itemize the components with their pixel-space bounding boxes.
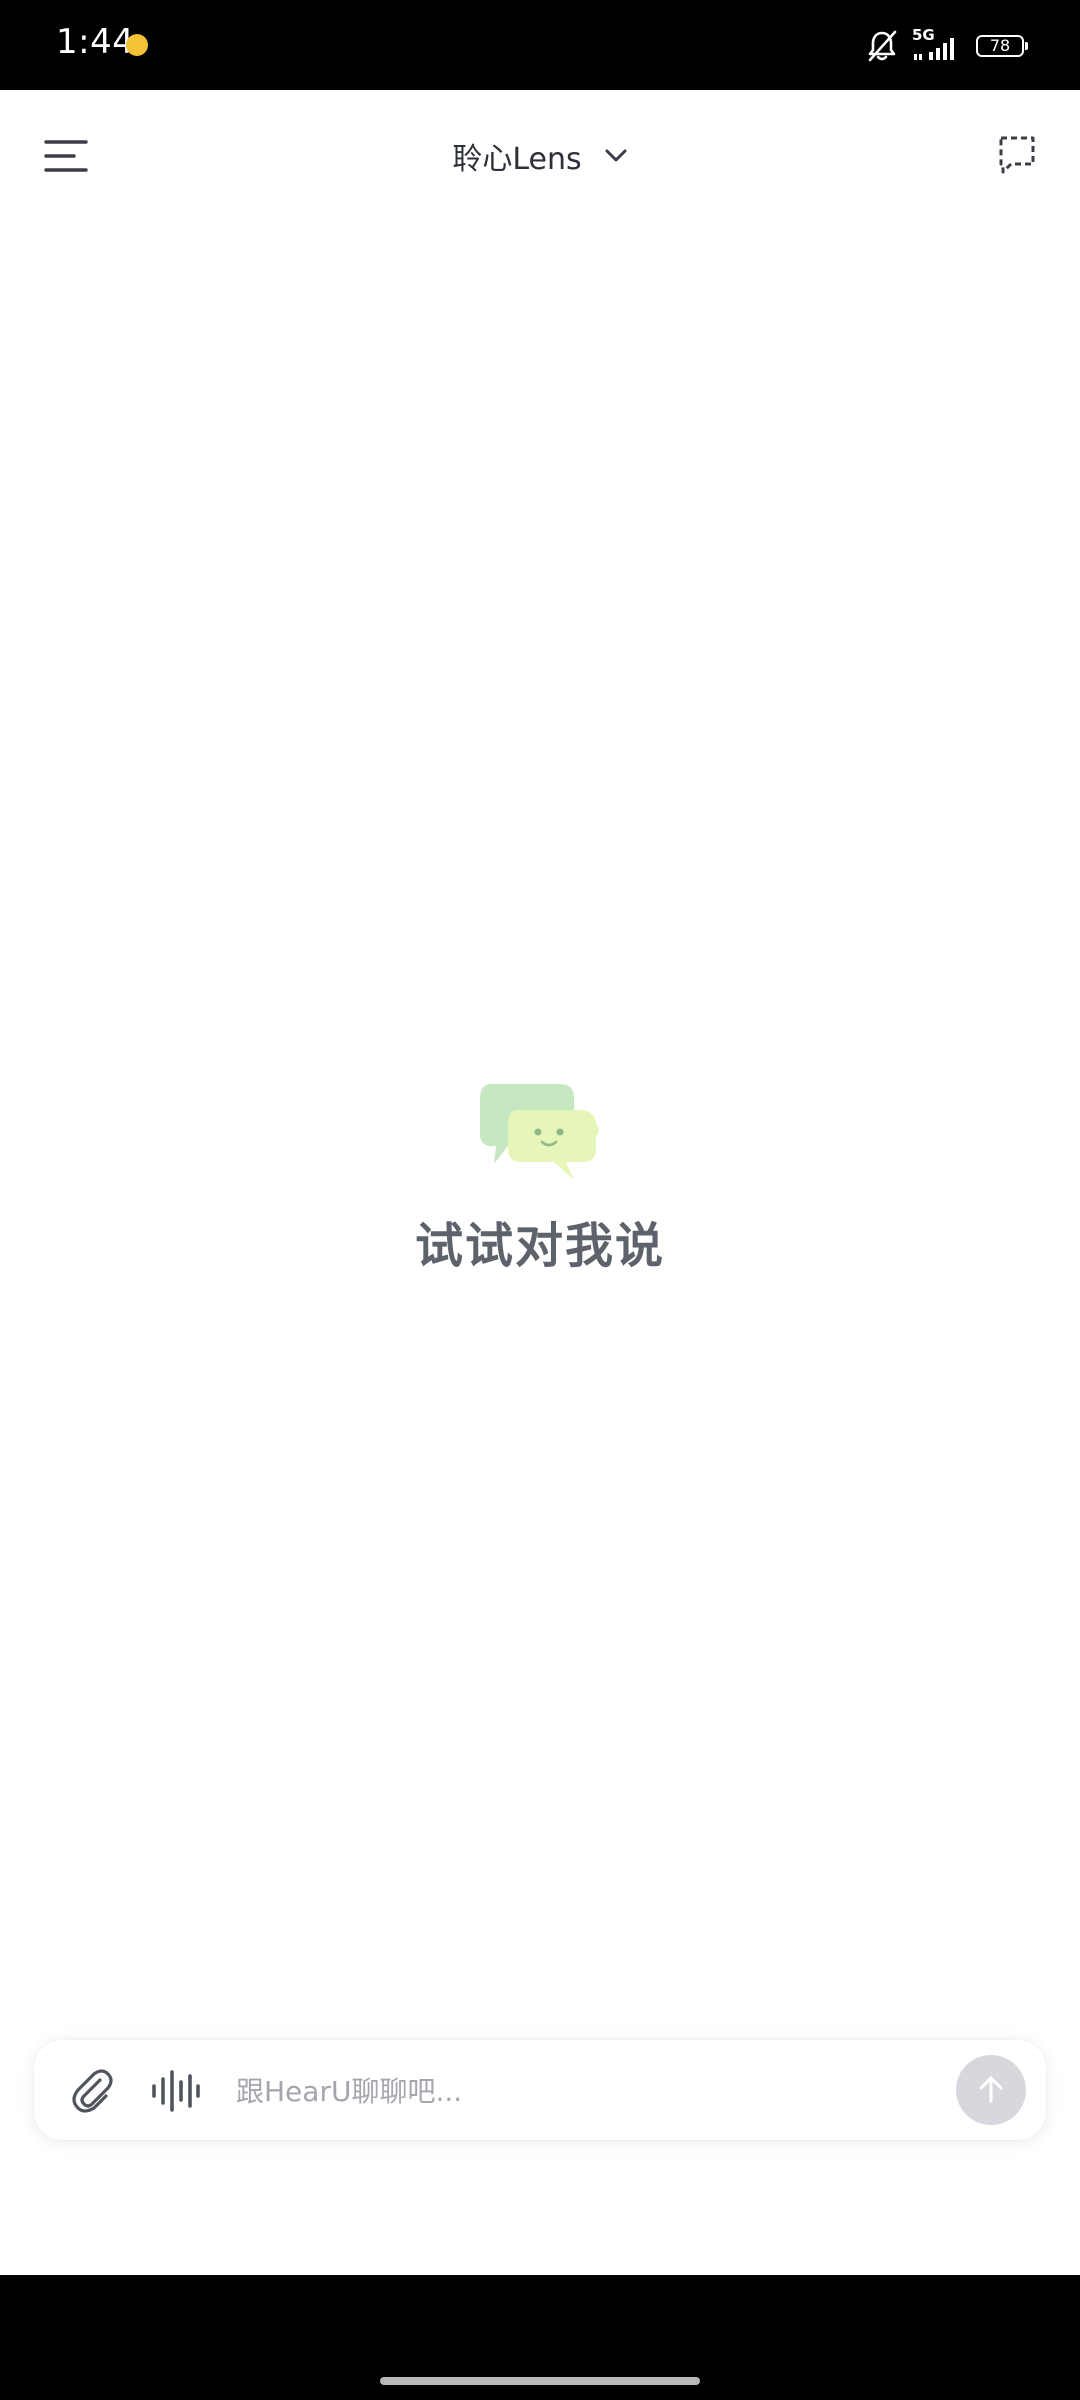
empty-state: 试试对我说 [0, 1080, 1080, 1276]
home-indicator[interactable] [380, 2377, 700, 2385]
battery-icon: 78 [976, 35, 1028, 57]
chevron-down-icon [605, 149, 627, 162]
new-chat-icon[interactable] [996, 134, 1038, 176]
status-indicators: 5G 78 [866, 26, 1028, 66]
chat-mascot-icon [480, 1084, 599, 1180]
mute-bell-icon [868, 30, 897, 62]
status-bar: 1:44 5G 78 [0, 0, 1080, 90]
page-title: 聆心Lens [452, 142, 582, 177]
chat-input[interactable] [234, 2064, 958, 2118]
signal-5g-icon: 5G [912, 26, 962, 64]
empty-state-message: 试试对我说 [414, 1218, 665, 1274]
status-time: 1:44 [56, 22, 135, 62]
notification-emoji-icon [126, 34, 148, 56]
battery-level: 78 [989, 36, 1011, 55]
message-composer [34, 2040, 1046, 2140]
send-arrow-icon [979, 2076, 1003, 2103]
system-nav-bar [0, 2275, 1080, 2400]
paperclip-icon[interactable] [68, 2066, 116, 2114]
app-header: 聆心Lens [0, 90, 1080, 222]
voice-wave-icon[interactable] [150, 2070, 202, 2112]
chat-app: 聆心Lens 试试对我说 [0, 90, 1080, 2275]
send-button[interactable] [956, 2055, 1026, 2125]
model-selector[interactable]: 聆心Lens [0, 134, 1080, 178]
phone-screen: 1:44 5G 78 聆心Lens 试试对我说 跟HearU聊聊吧... [0, 0, 1080, 2400]
